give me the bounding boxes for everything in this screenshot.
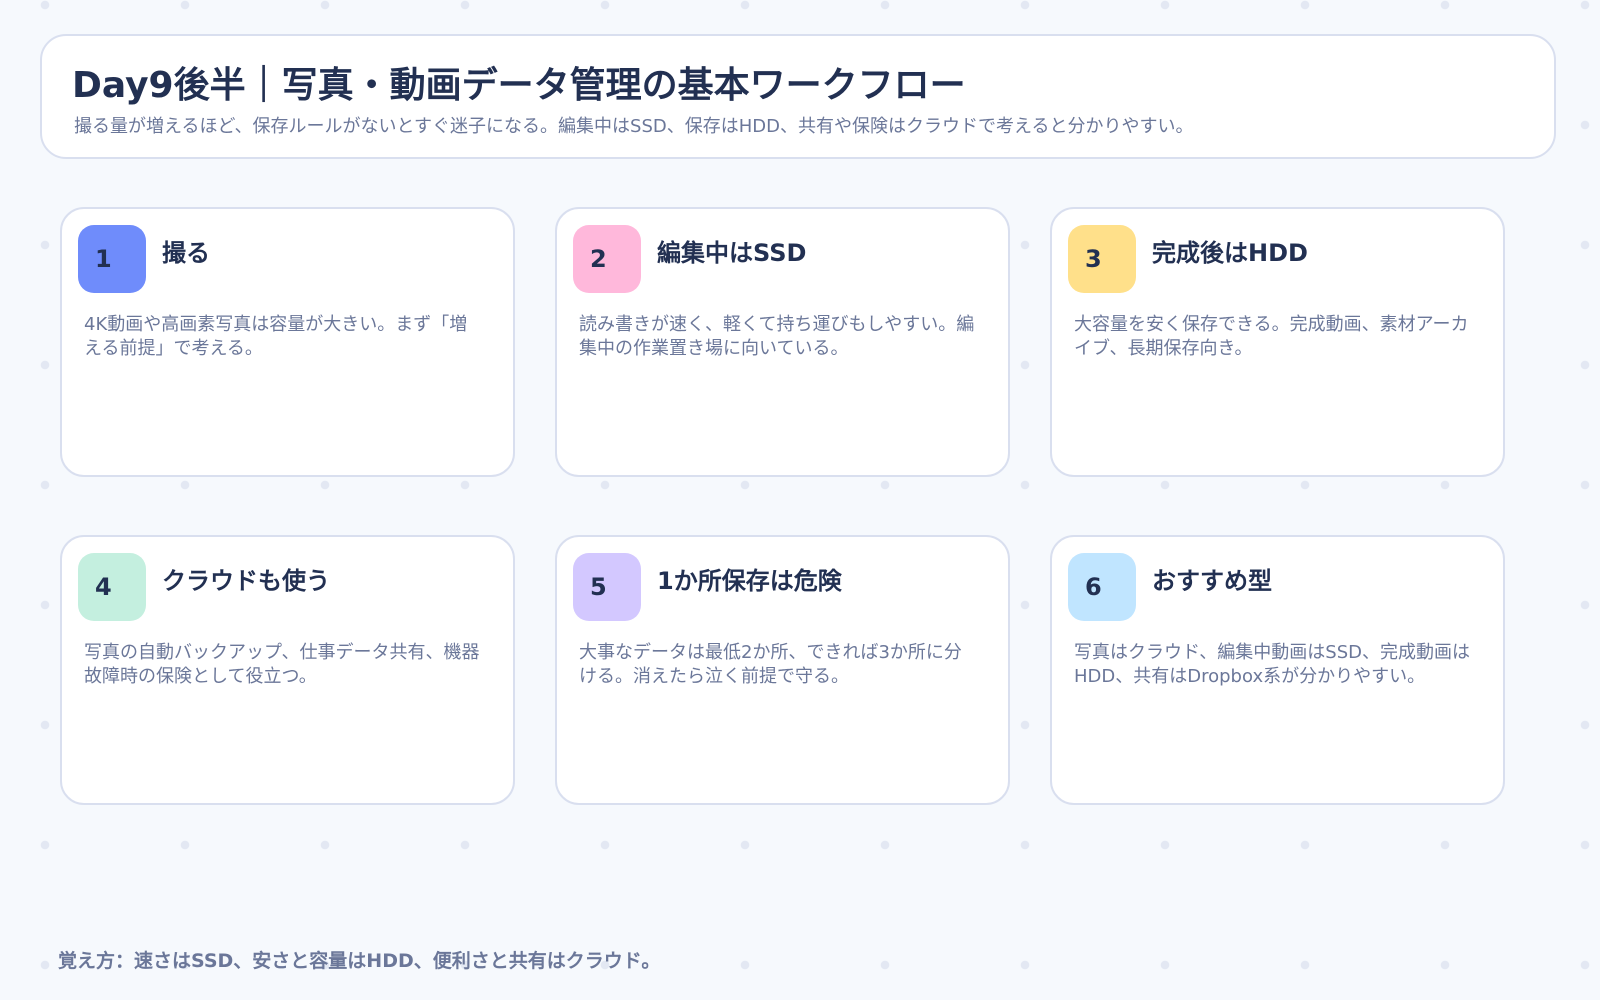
step-card-single-location-risk: 5 1か所保存は危険 大事なデータは最低2か所、できれば3か所に分ける。消えたら… bbox=[555, 535, 1010, 805]
step-title: 完成後はHDD bbox=[1152, 239, 1308, 267]
page-title: Day9後半｜写真・動画データ管理の基本ワークフロー bbox=[72, 65, 966, 106]
step-description: 大容量を安く保存できる。完成動画、素材アーカイブ、長期保存向き。 bbox=[1074, 314, 1469, 359]
step-description: 大事なデータは最低2か所、できれば3か所に分ける。消えたら泣く前提で守る。 bbox=[579, 642, 962, 687]
step-card-recommended-setup: 6 おすすめ型 写真はクラウド、編集中動画はSSD、完成動画はHDD、共有はDr… bbox=[1050, 535, 1505, 805]
step-card-shoot: 1 撮る 4K動画や高画素写真は容量が大きい。まず「増える前提」で考える。 bbox=[60, 207, 515, 477]
step-description: 読み書きが速く、軽くて持ち運びもしやすい。編集中の作業置き場に向いている。 bbox=[579, 314, 975, 359]
step-number-badge: 5 bbox=[573, 553, 641, 621]
step-title: 1か所保存は危険 bbox=[657, 567, 842, 595]
step-title: 編集中はSSD bbox=[657, 239, 807, 267]
step-title: おすすめ型 bbox=[1152, 567, 1272, 595]
header-panel: Day9後半｜写真・動画データ管理の基本ワークフロー 撮る量が増えるほど、保存ル… bbox=[40, 34, 1556, 159]
step-description: 写真はクラウド、編集中動画はSSD、完成動画はHDD、共有はDropbox系が分… bbox=[1074, 642, 1470, 687]
step-number-badge: 4 bbox=[78, 553, 146, 621]
step-number-badge: 1 bbox=[78, 225, 146, 293]
step-description: 4K動画や高画素写真は容量が大きい。まず「増える前提」で考える。 bbox=[84, 314, 468, 359]
page-subtitle: 撮る量が増えるほど、保存ルールがないとすぐ迷子になる。編集中はSSD、保存はHD… bbox=[74, 116, 1194, 137]
step-description: 写真の自動バックアップ、仕事データ共有、機器故障時の保険として役立つ。 bbox=[84, 642, 480, 687]
memory-tip: 覚え方：速さはSSD、安さと容量はHDD、便利さと共有はクラウド。 bbox=[58, 950, 661, 972]
step-number-badge: 6 bbox=[1068, 553, 1136, 621]
step-card-ssd: 2 編集中はSSD 読み書きが速く、軽くて持ち運びもしやすい。編集中の作業置き場… bbox=[555, 207, 1010, 477]
step-number-badge: 2 bbox=[573, 225, 641, 293]
step-title: クラウドも使う bbox=[162, 567, 330, 595]
step-number-badge: 3 bbox=[1068, 225, 1136, 293]
step-title: 撮る bbox=[162, 239, 210, 267]
step-card-cloud: 4 クラウドも使う 写真の自動バックアップ、仕事データ共有、機器故障時の保険とし… bbox=[60, 535, 515, 805]
step-card-hdd: 3 完成後はHDD 大容量を安く保存できる。完成動画、素材アーカイブ、長期保存向… bbox=[1050, 207, 1505, 477]
